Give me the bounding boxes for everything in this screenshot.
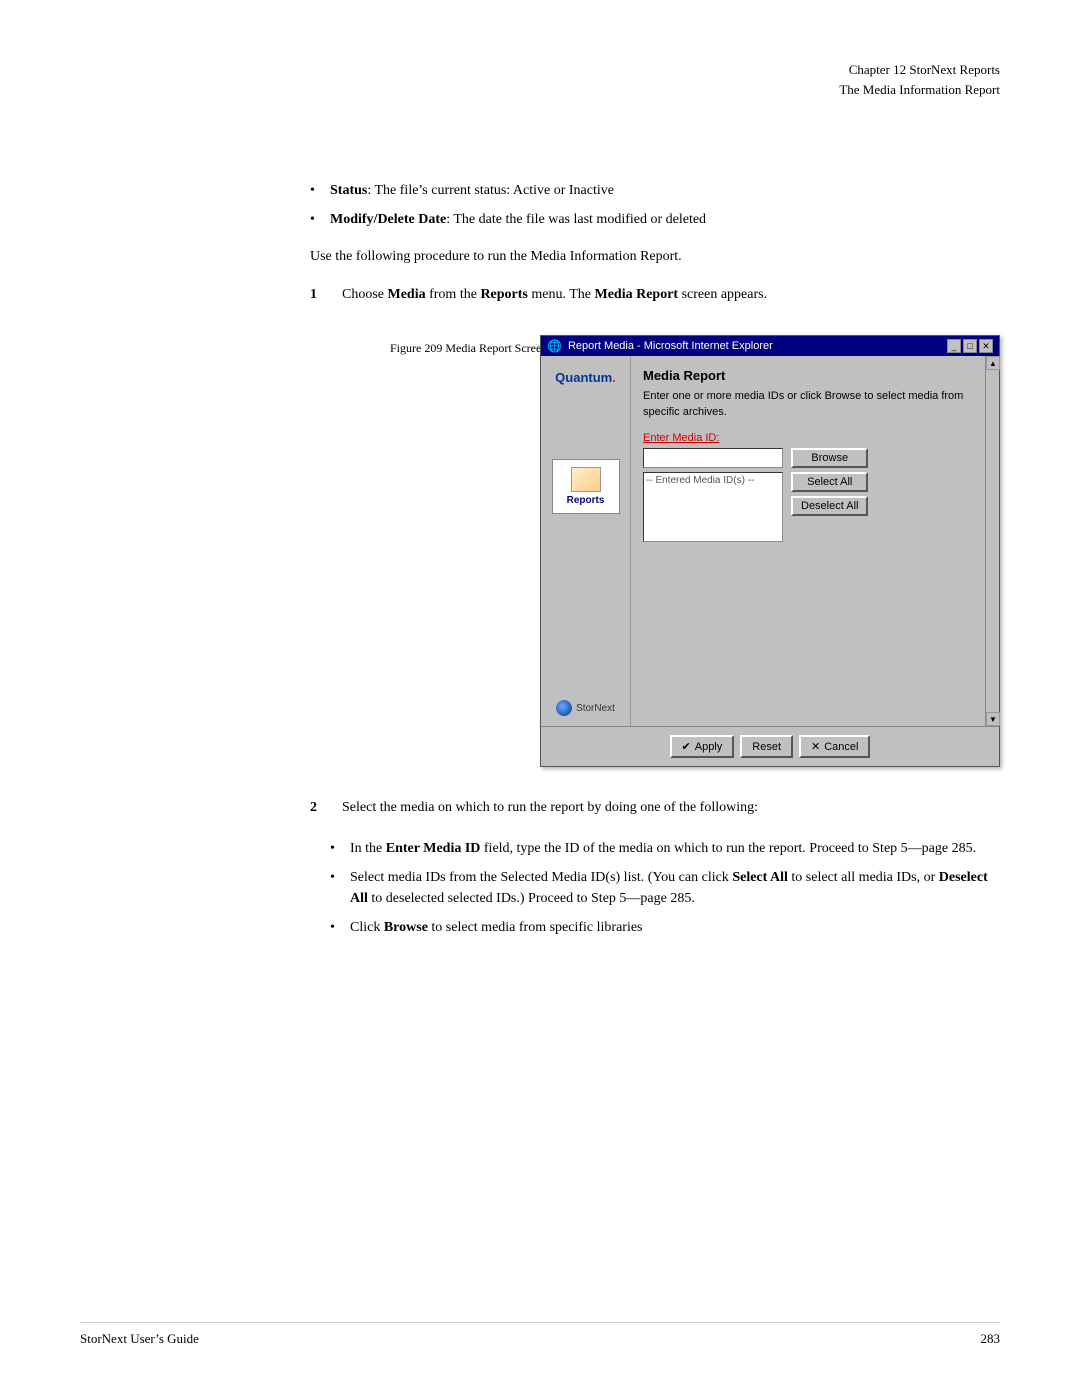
scroll-down[interactable]: ▼ xyxy=(986,712,1000,726)
sub-bullet-1: In the Enter Media ID field, type the ID… xyxy=(330,838,1000,859)
app-footer: ✔ Apply Reset ✕ Cancel xyxy=(541,726,999,766)
media-id-input[interactable] xyxy=(643,448,783,468)
modify-delete-text: : The date the file was last modified or… xyxy=(446,212,706,227)
media-id-label: Enter Media ID: xyxy=(643,432,973,444)
browse-button[interactable]: Browse xyxy=(791,448,868,468)
status-text: : The file’s current status: Active or I… xyxy=(367,183,614,198)
footer-right: 283 xyxy=(981,1331,1001,1347)
stornext-icon xyxy=(556,700,572,716)
step1-text: Choose Media from the Reports menu. The … xyxy=(342,284,1000,305)
scroll-up[interactable]: ▲ xyxy=(986,356,1000,370)
apply-button[interactable]: ✔ Apply xyxy=(670,735,735,758)
media-list-box[interactable]: -- Entered Media ID(s) -- xyxy=(643,472,783,542)
browser-title: Report Media - Microsoft Internet Explor… xyxy=(568,340,773,352)
browser-titlebar: 🌐 Report Media - Microsoft Internet Expl… xyxy=(541,336,999,356)
form-title: Media Report xyxy=(643,368,973,383)
media-list-placeholder: -- Entered Media ID(s) -- xyxy=(646,475,754,486)
status-bullet: Status: The file’s current status: Activ… xyxy=(310,180,1000,201)
close-button[interactable]: ✕ xyxy=(979,339,993,353)
browser-window: 🌐 Report Media - Microsoft Internet Expl… xyxy=(540,335,1000,767)
modify-delete-label: Modify/Delete Date xyxy=(330,212,446,227)
stornext-logo: StorNext xyxy=(556,700,615,716)
cancel-x-icon: ✕ xyxy=(811,740,820,753)
quantum-logo: Quantum. xyxy=(551,366,620,389)
section-title: The Media Information Report xyxy=(839,80,1000,100)
sub-bullet-2: Select media IDs from the Selected Media… xyxy=(330,867,1000,909)
step2-text: Select the media on which to run the rep… xyxy=(342,797,1000,818)
reset-button[interactable]: Reset xyxy=(740,735,793,758)
reports-icon xyxy=(571,467,601,492)
status-label: Status xyxy=(330,183,367,198)
minimize-button[interactable]: _ xyxy=(947,339,961,353)
footer-left: StorNext User’s Guide xyxy=(80,1331,199,1347)
apply-checkmark-icon: ✔ xyxy=(682,740,691,753)
cancel-button[interactable]: ✕ Cancel xyxy=(799,735,870,758)
deselect-all-button[interactable]: Deselect All xyxy=(791,496,868,516)
chapter-title: Chapter 12 StorNext Reports xyxy=(839,60,1000,80)
scrollbar[interactable]: ▲ ▼ xyxy=(985,356,999,726)
reports-label: Reports xyxy=(567,495,605,506)
sub-bullet-3: Click Browse to select media from specif… xyxy=(330,917,1000,938)
select-all-button[interactable]: Select All xyxy=(791,472,868,492)
step1-number: 1 xyxy=(310,284,330,305)
maximize-button[interactable]: □ xyxy=(963,339,977,353)
form-desc: Enter one or more media IDs or click Bro… xyxy=(643,389,973,420)
reports-nav[interactable]: Reports xyxy=(552,459,620,514)
step2-number: 2 xyxy=(310,797,330,818)
modify-delete-bullet: Modify/Delete Date: The date the file wa… xyxy=(310,209,1000,230)
intro-text: Use the following procedure to run the M… xyxy=(310,246,1000,268)
